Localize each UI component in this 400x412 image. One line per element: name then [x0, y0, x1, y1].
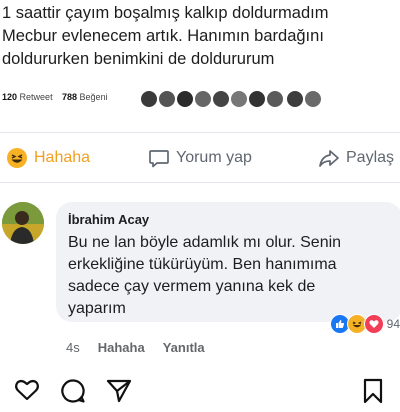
comment-meta: 4s Hahaha Yanıtla	[66, 340, 205, 358]
retweet-count: 120	[2, 92, 18, 102]
comment-bubble-icon	[149, 150, 169, 168]
commenter-avatar[interactable]	[2, 202, 44, 244]
avatar	[194, 90, 212, 108]
share-button[interactable]: Paylaş	[318, 140, 394, 176]
retweet-stat[interactable]: 120 Retweet	[2, 92, 53, 102]
share-label: Paylaş	[346, 149, 395, 166]
haha-button[interactable]: Hahaha	[6, 140, 90, 176]
comment: İbrahim Acay Bu ne lan böyle adamlık mı …	[0, 186, 400, 355]
avatar	[212, 90, 230, 108]
tweet-line: doldururken benimkini de doldururum	[2, 50, 275, 68]
avatar	[304, 90, 322, 108]
like-label: Beğeni	[79, 92, 108, 102]
like-stat[interactable]: 788 Beğeni	[62, 92, 108, 102]
share-arrow-icon	[319, 150, 339, 167]
comment-icon[interactable]	[60, 378, 86, 409]
instagram-action-bar	[0, 370, 400, 408]
haha-label: Hahaha	[34, 149, 91, 166]
comment-author[interactable]: İbrahim Acay	[68, 212, 149, 227]
tweet-line: 1 saattir çayım boşalmış kalkıp doldurma…	[2, 4, 329, 22]
haha-emoji-icon	[7, 148, 27, 168]
like-count: 788	[62, 92, 78, 102]
retweet-label: Retweet	[19, 92, 53, 102]
avatar	[286, 90, 304, 108]
post-actions: Hahaha Yorum yap Paylaş	[0, 140, 400, 176]
heart-icon[interactable]	[14, 378, 40, 407]
comment-bubble: İbrahim Acay Bu ne lan böyle adamlık mı …	[56, 202, 400, 322]
reply-link[interactable]: Yanıtla	[163, 340, 205, 358]
divider	[0, 132, 400, 133]
tweet-text: 1 saattir çayım boşalmış kalkıp doldurma…	[2, 2, 400, 71]
send-icon[interactable]	[106, 378, 132, 409]
avatar	[140, 90, 158, 108]
comment-reactions[interactable]: 94	[329, 314, 400, 334]
comment-line: erkekliğine tükürüyüm. Ben hanımıma	[68, 256, 337, 273]
profile-photo-icon	[2, 202, 44, 244]
divider	[0, 182, 400, 183]
avatar	[158, 90, 176, 108]
tweet-stats: 120 Retweet 788 Beğeni	[0, 88, 400, 110]
haha-reaction-link[interactable]: Hahaha	[98, 340, 145, 358]
tweet-line: Mecbur evlenecem artık. Hanımın bardağın…	[2, 27, 324, 45]
comment-text: Bu ne lan böyle adamlık mı olur. Senin e…	[68, 232, 398, 320]
avatar	[176, 90, 194, 108]
reaction-count: 94	[386, 317, 400, 331]
comment-line: Bu ne lan böyle adamlık mı olur. Senin	[68, 234, 342, 251]
bookmark-icon[interactable]	[362, 378, 384, 409]
comment-time: 4s	[66, 340, 80, 355]
comment-button[interactable]: Yorum yap	[148, 140, 252, 176]
love-reaction-icon	[363, 314, 384, 334]
comment-line: sadece çay vermem yanına kek de	[68, 278, 316, 295]
avatar	[230, 90, 248, 108]
avatar	[248, 90, 266, 108]
avatar	[266, 90, 284, 108]
comment-label: Yorum yap	[176, 149, 252, 166]
